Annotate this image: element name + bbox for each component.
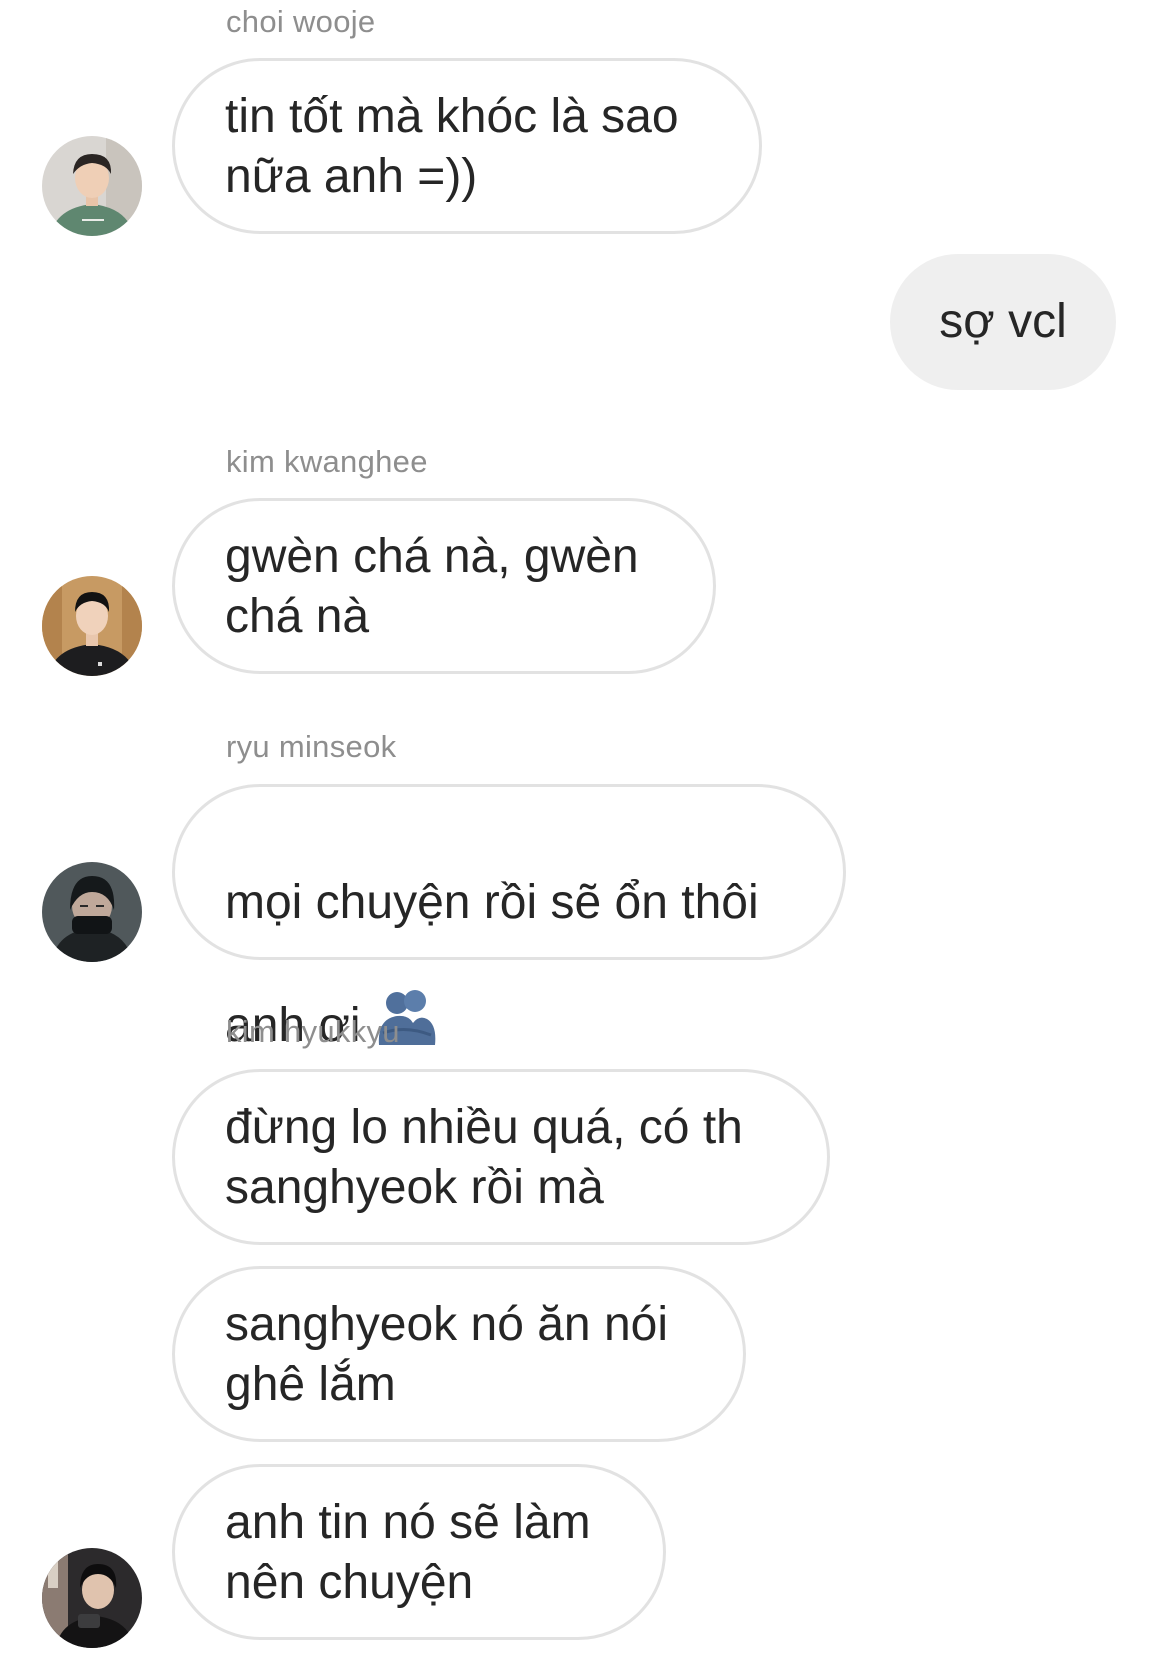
message-bubble[interactable]: anh tin nó sẽ làm nên chuyện: [172, 1464, 666, 1640]
message-bubble[interactable]: gwèn chá nà, gwèn chá nà: [172, 498, 716, 674]
message-text: sanghyeok nó ăn nói ghê lắm: [225, 1298, 669, 1411]
message-text: tin tốt mà khóc là sao nữa anh =)): [225, 90, 679, 203]
message-text: anh tin nó sẽ làm nên chuyện: [225, 1496, 591, 1609]
message-bubble[interactable]: mọi chuyện rồi sẽ ổn thôi anh ơi: [172, 784, 846, 1052]
sender-name-kim-kwanghee: kim kwanghee: [226, 444, 428, 479]
sender-name-ryu-minseok: ryu minseok: [226, 729, 397, 764]
message-text-line1: mọi chuyện rồi sẽ ổn thôi: [225, 876, 759, 929]
avatar-ryu-minseok[interactable]: [42, 862, 142, 962]
sender-name-choi-wooje: choi wooje: [226, 4, 376, 39]
avatar-kim-kwanghee[interactable]: [42, 576, 142, 676]
avatar-choi-wooje[interactable]: [42, 136, 142, 236]
own-message-text: sợ vcl: [939, 295, 1067, 348]
message-text: gwèn chá nà, gwèn chá nà: [225, 530, 639, 643]
own-message-bubble[interactable]: sợ vcl: [890, 254, 1116, 390]
message-bubble[interactable]: tin tốt mà khóc là sao nữa anh =)): [172, 58, 762, 234]
message-bubble[interactable]: sanghyeok nó ăn nói ghê lắm: [172, 1266, 746, 1442]
avatar-kim-hyukkyu[interactable]: [42, 1548, 142, 1648]
message-bubble[interactable]: đừng lo nhiều quá, có th sanghyeok rồi m…: [172, 1069, 830, 1245]
message-text: đừng lo nhiều quá, có th sanghyeok rồi m…: [225, 1101, 743, 1214]
sender-name-kim-hyukkyu: kim hyukkyu: [226, 1014, 400, 1049]
